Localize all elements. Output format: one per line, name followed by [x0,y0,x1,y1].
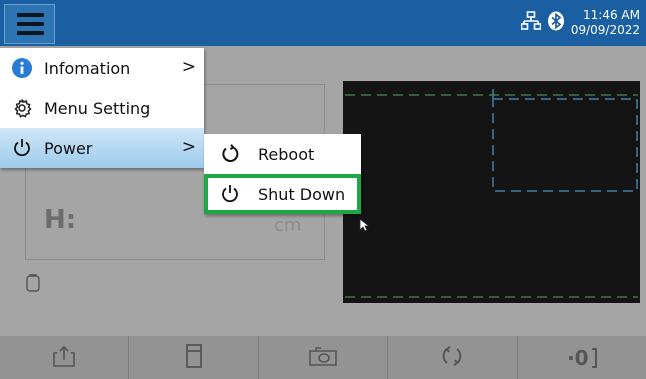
chevron-right-icon: > [181,57,196,77]
export-button[interactable] [0,336,130,379]
refresh-button[interactable] [388,336,518,379]
submenu-item-reboot[interactable]: Reboot [204,134,361,174]
menu-item-label: Power [44,138,93,158]
document-icon [185,343,203,372]
bluetooth-icon [547,11,565,35]
menu-item-menu-setting[interactable]: Menu Setting [0,88,204,128]
camera-button[interactable] [259,336,389,379]
date-label: 09/09/2022 [570,23,640,37]
top-bar: 11:46 AM 09/09/2022 [0,0,646,46]
network-icon [520,11,542,35]
gear-icon [11,97,33,119]
submenu-item-label: Shut Down [258,184,346,204]
power-icon [219,183,241,205]
menu-item-information[interactable]: Infomation > [0,48,204,88]
zero-icon: ·0 [567,346,597,370]
preview-guides [345,89,638,298]
main-menu: Infomation > Menu Setting Power > [0,48,204,168]
chevron-right-icon: > [181,137,196,157]
info-icon [11,57,33,79]
height-unit: cm [274,215,302,236]
camera-icon [308,345,338,371]
hamburger-line [17,31,44,35]
power-submenu: Reboot Shut Down [204,134,361,214]
refresh-icon [440,344,464,372]
hamburger-line [17,13,44,17]
menu-item-label: Infomation [44,58,131,78]
reboot-icon [219,143,241,165]
zero-button[interactable]: ·0 [518,336,646,379]
camera-preview [343,81,640,303]
hamburger-line [17,22,44,26]
datetime: 11:46 AM 09/09/2022 [571,8,640,38]
menu-button[interactable] [4,4,55,44]
power-icon [11,137,33,159]
time-label: 11:46 AM [583,8,640,22]
height-label: H: [44,205,77,235]
mouse-cursor-icon [359,217,371,236]
container-icon [26,274,40,296]
submenu-item-shut-down[interactable]: Shut Down [204,174,361,214]
bottom-toolbar: ·0 [0,336,646,379]
export-icon [52,345,76,371]
submenu-item-label: Reboot [258,144,315,164]
menu-item-label: Menu Setting [44,98,151,118]
zero-label: ·0 [567,345,589,370]
document-button[interactable] [129,336,259,379]
menu-item-power[interactable]: Power > [0,128,204,168]
